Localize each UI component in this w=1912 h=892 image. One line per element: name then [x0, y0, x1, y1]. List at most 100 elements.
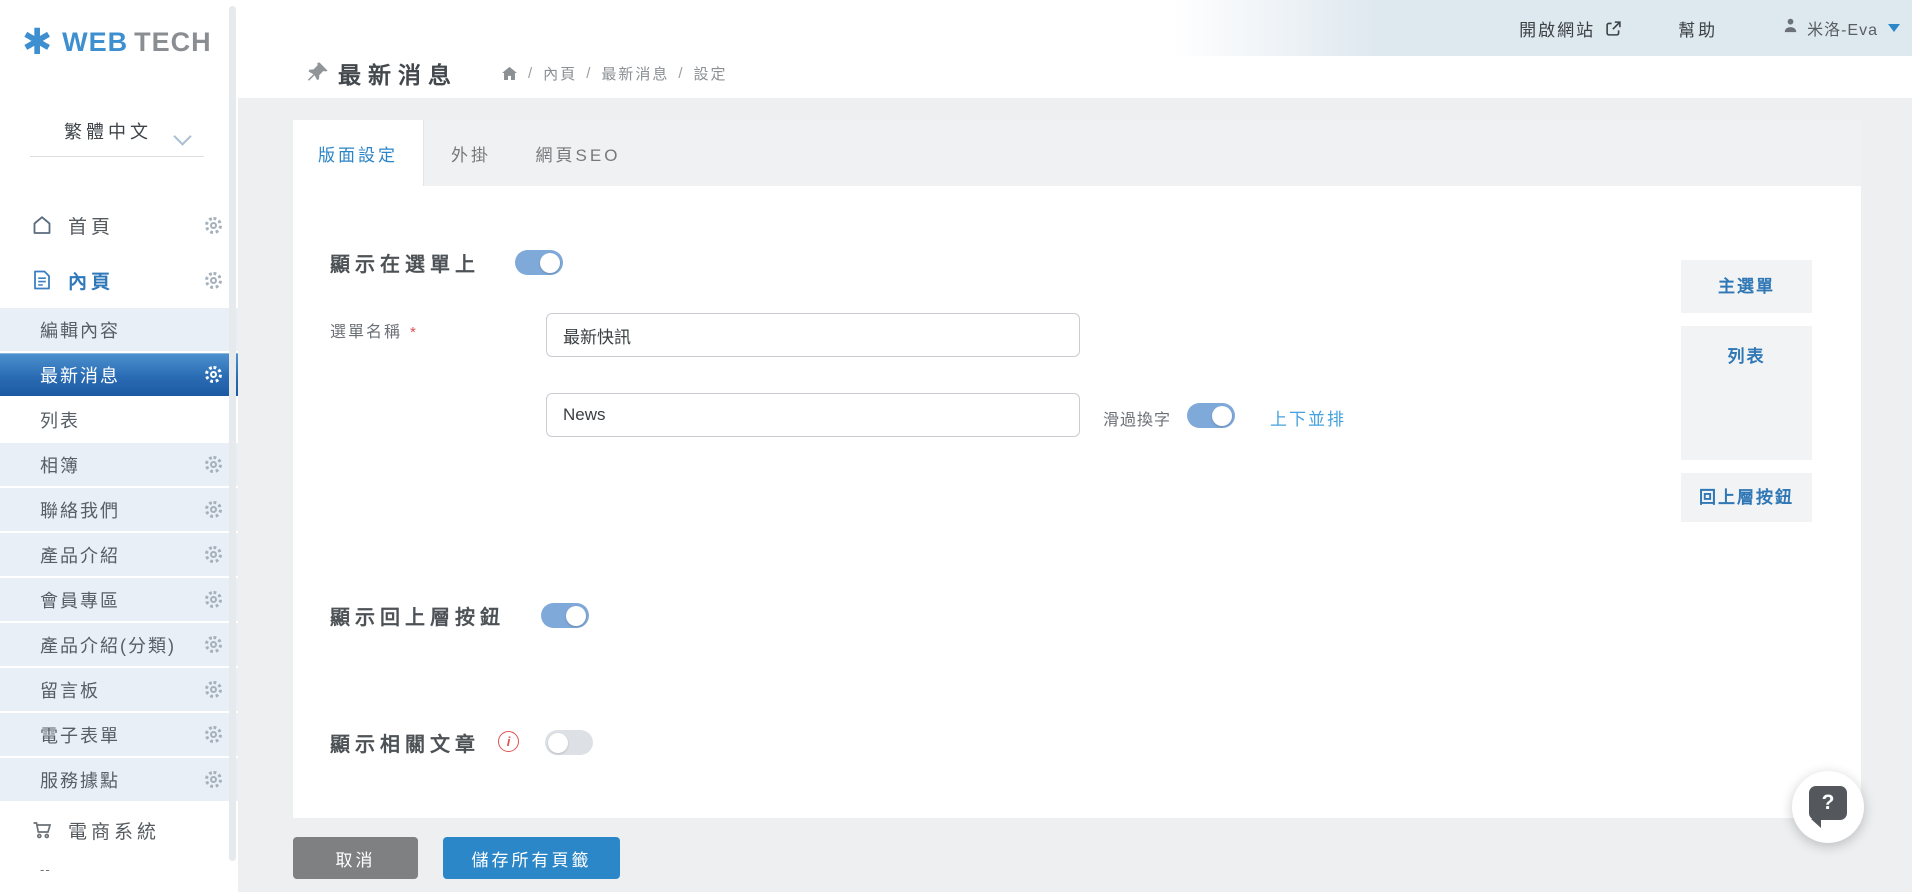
sidebar-item-products[interactable]: 產品介紹 — [0, 533, 238, 576]
album-gear-icon[interactable] — [205, 456, 222, 473]
service-locations-gear-icon[interactable] — [205, 771, 222, 788]
pin-icon — [304, 60, 330, 86]
news-gear-icon[interactable] — [205, 366, 222, 383]
tab-plugins[interactable]: 外掛 — [424, 120, 518, 186]
sidebar-divider — [30, 156, 204, 157]
sidebar-item-label: 最新消息 — [40, 362, 120, 388]
message-board-gear-icon[interactable] — [205, 681, 222, 698]
tab-layout-settings[interactable]: 版面設定 — [293, 120, 424, 186]
open-website-button[interactable]: 開啟網站 — [1519, 16, 1622, 41]
show-back-label: 顯示回上層按鈕 — [330, 601, 505, 630]
breadcrumb-settings[interactable]: 設定 — [694, 63, 728, 84]
breadcrumb-home-icon[interactable] — [500, 64, 519, 83]
home-gear-icon[interactable] — [205, 217, 222, 234]
products-category-gear-icon[interactable] — [205, 636, 222, 653]
user-icon — [1782, 17, 1799, 39]
breadcrumb-inner-pages[interactable]: 內頁 — [543, 63, 577, 84]
page-icon — [30, 268, 54, 292]
breadcrumb-separator: / — [678, 65, 684, 82]
user-menu[interactable]: 米洛-Eva — [1782, 16, 1900, 40]
settings-card: 版面設定 外掛 網頁SEO 顯示在選單上 選單名稱 * 滑過換字 上下並排 主選單… — [293, 120, 1861, 818]
tab-strip: 版面設定 外掛 網頁SEO — [293, 120, 1861, 186]
required-asterisk: * — [410, 324, 418, 341]
external-link-icon — [1605, 20, 1622, 37]
home-icon — [30, 213, 54, 237]
sidebar-item-label: 列表 — [40, 407, 80, 433]
sidebar-item-news[interactable]: 最新消息 — [0, 353, 238, 396]
cancel-button[interactable]: 取消 — [293, 837, 418, 879]
sidebar-item-ecommerce[interactable]: 電商系統 — [0, 806, 238, 854]
question-bubble-icon: ? — [1809, 786, 1847, 820]
show-back-toggle[interactable] — [541, 603, 589, 628]
sidebar-item-album[interactable]: 相簿 — [0, 443, 238, 486]
sidebar-item-label: 內頁 — [68, 267, 114, 294]
save-all-tabs-button[interactable]: 儲存所有頁籤 — [443, 837, 620, 879]
info-icon[interactable]: i — [498, 731, 519, 752]
breadcrumb-separator: / — [528, 65, 534, 82]
sidebar-item-eforms[interactable]: 電子表單 — [0, 713, 238, 756]
contact-gear-icon[interactable] — [205, 501, 222, 518]
app-window: 開啟網站 幫助 米洛-Eva 最新消息 / 內頁 / 最新消息 / 設定 — [0, 0, 1912, 892]
sidebar-item-members[interactable]: 會員專區 — [0, 578, 238, 621]
sidebar-item-label: 電子表單 — [40, 722, 120, 748]
cart-icon — [30, 818, 54, 842]
help-label: 幫助 — [1678, 16, 1718, 41]
preview-back-button[interactable]: 回上層按鈕 — [1681, 473, 1812, 522]
sidebar-item-contact-us[interactable]: 聯絡我們 — [0, 488, 238, 531]
hover-swap-label: 滑過換字 — [1103, 406, 1171, 430]
sidebar-item-label: 服務據點 — [40, 767, 120, 793]
sidebar-overflow-mark: -- — [40, 862, 51, 877]
members-gear-icon[interactable] — [205, 591, 222, 608]
menu-name-label-text: 選單名稱 — [330, 324, 402, 341]
sidebar-item-products-category[interactable]: 產品介紹(分類) — [0, 623, 238, 666]
sidebar: ✱ WEB TECH 繁體中文 首頁 內頁 編輯內容 最新消息 列表 相簿 聯絡… — [0, 0, 238, 892]
show-in-menu-label: 顯示在選單上 — [330, 248, 480, 277]
sidebar-item-home[interactable]: 首頁 — [0, 201, 238, 249]
sidebar-submenu: 編輯內容 最新消息 列表 相簿 聯絡我們 產品介紹 會員專區 產品介紹(分類) … — [0, 308, 238, 803]
sidebar-item-inner-pages[interactable]: 內頁 — [0, 256, 238, 304]
logo-asterisk-icon: ✱ — [22, 24, 52, 60]
sidebar-item-label: 聯絡我們 — [40, 497, 120, 523]
menu-name-label: 選單名稱 * — [330, 318, 418, 342]
menu-name-en-input[interactable] — [546, 393, 1080, 437]
breadcrumb-separator: / — [586, 65, 592, 82]
show-related-toggle[interactable] — [545, 730, 593, 755]
stack-layout-link[interactable]: 上下並排 — [1270, 405, 1346, 430]
sidebar-item-list[interactable]: 列表 — [0, 398, 238, 441]
logo-web-text: WEB — [62, 27, 128, 58]
sidebar-item-label: 留言板 — [40, 677, 100, 703]
sidebar-item-label: 電商系統 — [68, 817, 160, 844]
open-website-label: 開啟網站 — [1519, 16, 1595, 41]
inner-pages-gear-icon[interactable] — [205, 272, 222, 289]
caret-down-icon — [1888, 24, 1900, 32]
username: 米洛-Eva — [1807, 16, 1878, 40]
show-in-menu-toggle[interactable] — [515, 250, 563, 275]
products-gear-icon[interactable] — [205, 546, 222, 563]
logo-tech-text: TECH — [134, 27, 212, 58]
sidebar-item-label: 產品介紹(分類) — [40, 632, 176, 658]
sidebar-item-label: 相簿 — [40, 452, 80, 478]
page-title: 最新消息 — [338, 56, 458, 90]
hover-swap-toggle[interactable] — [1187, 403, 1235, 428]
sidebar-scrollbar[interactable] — [229, 6, 236, 861]
logo: ✱ WEB TECH — [22, 24, 212, 60]
sidebar-item-label: 產品介紹 — [40, 542, 120, 568]
sidebar-item-label: 首頁 — [68, 212, 114, 239]
tab-page-seo[interactable]: 網頁SEO — [518, 120, 638, 186]
breadcrumb-news[interactable]: 最新消息 — [601, 63, 669, 84]
preview-list-button[interactable]: 列表 — [1681, 326, 1812, 460]
breadcrumb: / 內頁 / 最新消息 / 設定 — [500, 63, 728, 84]
preview-main-menu-button[interactable]: 主選單 — [1681, 260, 1812, 313]
question-mark: ? — [1822, 791, 1835, 815]
sidebar-item-message-board[interactable]: 留言板 — [0, 668, 238, 711]
header-actions: 開啟網站 幫助 米洛-Eva — [1519, 0, 1912, 56]
sidebar-item-edit-content[interactable]: 編輯內容 — [0, 308, 238, 351]
sidebar-item-label: 編輯內容 — [40, 317, 120, 343]
eforms-gear-icon[interactable] — [205, 726, 222, 743]
page-header: 最新消息 / 內頁 / 最新消息 / 設定 — [238, 50, 728, 96]
help-button[interactable]: 幫助 — [1678, 16, 1718, 41]
help-fab[interactable]: ? — [1792, 771, 1864, 843]
sidebar-item-label: 會員專區 — [40, 587, 120, 613]
menu-name-input[interactable] — [546, 313, 1080, 357]
sidebar-item-service-locations[interactable]: 服務據點 — [0, 758, 238, 801]
